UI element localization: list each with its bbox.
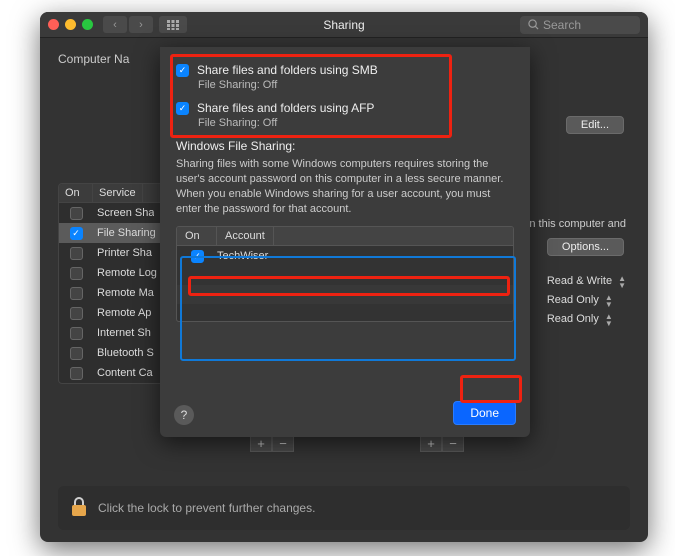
stepper-icon[interactable]: ▲▼ [618, 275, 626, 289]
windows-share-description: Sharing files with some Windows computer… [176, 157, 514, 216]
minimize-icon[interactable] [65, 19, 76, 30]
permission-label: Read Only [547, 310, 599, 329]
stepper-icon[interactable]: ▲▼ [605, 313, 613, 327]
service-name: Remote Ma [93, 287, 154, 299]
afp-checkbox[interactable] [176, 102, 189, 115]
windows-share-title: Windows File Sharing: [176, 139, 514, 153]
account-row[interactable]: TechWiser [177, 246, 513, 266]
traffic-lights [48, 19, 93, 30]
options-sheet: Share files and folders using SMB File S… [160, 47, 530, 437]
access-info-text: n this computer and [529, 218, 626, 230]
accounts-header-on: On [177, 227, 217, 245]
account-checkbox[interactable] [191, 250, 204, 263]
account-name: TechWiser [217, 250, 268, 262]
service-checkbox[interactable] [70, 227, 83, 240]
service-checkbox[interactable] [70, 327, 83, 340]
service-checkbox[interactable] [70, 247, 83, 260]
forward-button[interactable]: › [129, 16, 153, 33]
service-checkbox[interactable] [70, 307, 83, 320]
service-name: File Sharing [93, 227, 156, 239]
accounts-table: On Account TechWiser [176, 226, 514, 322]
zoom-icon[interactable] [82, 19, 93, 30]
service-checkbox[interactable] [70, 287, 83, 300]
permission-row[interactable]: Read & Write ▲▼ [547, 272, 626, 291]
services-header-on: On [59, 184, 93, 202]
lock-text: Click the lock to prevent further change… [98, 501, 315, 515]
smb-label: Share files and folders using SMB [197, 63, 378, 77]
smb-checkbox[interactable] [176, 64, 189, 77]
permission-row[interactable]: Read Only ▲▼ [547, 291, 626, 310]
service-checkbox[interactable] [70, 347, 83, 360]
back-button[interactable]: ‹ [103, 16, 127, 33]
service-name: Internet Sh [93, 327, 151, 339]
service-checkbox[interactable] [70, 367, 83, 380]
stepper-icon[interactable]: ▲▼ [605, 294, 613, 308]
search-placeholder: Search [543, 18, 581, 32]
service-name: Content Ca [93, 367, 153, 379]
permission-label: Read & Write [547, 272, 612, 291]
afp-label: Share files and folders using AFP [197, 101, 374, 115]
lock-icon[interactable] [70, 496, 88, 521]
permission-row[interactable]: Read Only ▲▼ [547, 310, 626, 329]
preferences-window: ‹ › Sharing Search Computer Na Edit... O… [40, 12, 648, 542]
service-checkbox[interactable] [70, 267, 83, 280]
help-button[interactable]: ? [174, 405, 194, 425]
service-name: Screen Sha [93, 207, 154, 219]
done-button[interactable]: Done [453, 401, 516, 425]
permission-label: Read Only [547, 291, 599, 310]
options-button[interactable]: Options... [547, 238, 624, 256]
afp-status: File Sharing: Off [198, 117, 514, 129]
close-icon[interactable] [48, 19, 59, 30]
permissions-list: Read & Write ▲▼ Read Only ▲▼ Read Only ▲▼ [547, 272, 626, 329]
services-header-service: Service [93, 184, 143, 202]
service-name: Remote Log [93, 267, 157, 279]
lock-row: Click the lock to prevent further change… [58, 486, 630, 530]
service-name: Remote Ap [93, 307, 151, 319]
accounts-header-account: Account [217, 227, 274, 245]
grid-button[interactable] [159, 16, 187, 33]
service-name: Printer Sha [93, 247, 152, 259]
service-checkbox[interactable] [70, 207, 83, 220]
search-input[interactable]: Search [520, 16, 640, 34]
smb-status: File Sharing: Off [198, 79, 514, 91]
edit-button[interactable]: Edit... [566, 116, 624, 134]
titlebar: ‹ › Sharing Search [40, 12, 648, 38]
service-name: Bluetooth S [93, 347, 154, 359]
